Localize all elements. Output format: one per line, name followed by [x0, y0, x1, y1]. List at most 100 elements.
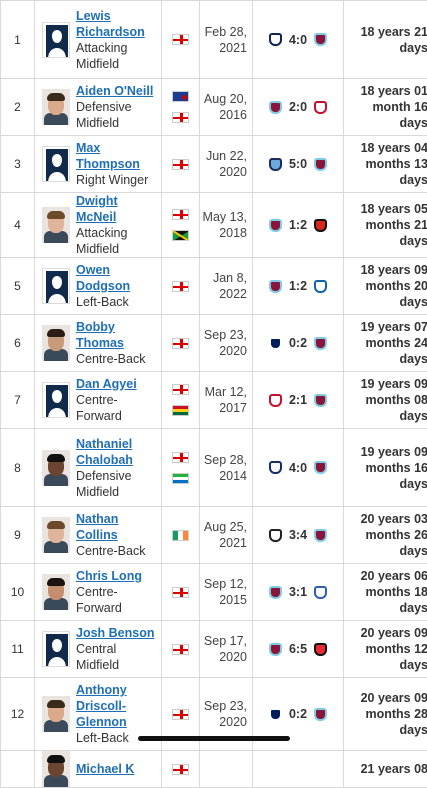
player-name-line: Anthony: [76, 682, 129, 698]
burnley-crest: [269, 219, 282, 232]
player-name-link[interactable]: NathanielChalobah: [76, 436, 133, 468]
match-result[interactable]: 5:0: [253, 157, 343, 171]
match-result[interactable]: 3:4: [253, 528, 343, 542]
player-name-link[interactable]: Dan Agyei: [76, 376, 161, 392]
match-date: Jun 22,2020: [200, 136, 253, 193]
match-score[interactable]: 1:2: [289, 218, 307, 232]
match-date-line: 2020: [200, 164, 247, 180]
player-name-link[interactable]: Bobby Thomas: [76, 319, 161, 351]
player-name-link[interactable]: Max Thompson: [76, 140, 161, 172]
match-date-line: 2017: [200, 400, 247, 416]
row-number: 11: [1, 621, 35, 678]
flags: [162, 530, 199, 541]
player-name-line: Michael K: [76, 761, 134, 777]
match-result[interactable]: 2:0: [253, 100, 343, 114]
player-name-line: Nathaniel: [76, 436, 133, 452]
row-number: [1, 751, 35, 788]
debut-age-line: months 26: [344, 527, 427, 543]
match-score[interactable]: 0:2: [289, 336, 307, 350]
match-result[interactable]: 1:2: [253, 279, 343, 293]
millwall-crest: [269, 708, 282, 721]
match-date: Sep 17,2020: [200, 621, 253, 678]
player-position-line: Centre-Forward: [76, 392, 161, 424]
match-score[interactable]: 4:0: [289, 33, 307, 47]
player-text: NathanielChalobahDefensiveMidfield: [76, 436, 133, 500]
match-date-line: 2022: [200, 286, 247, 302]
debut-age-line: months 21: [344, 217, 427, 233]
match-score[interactable]: 1:2: [289, 279, 307, 293]
match-result[interactable]: 0:2: [253, 707, 343, 721]
player-name-line: Richardson: [76, 24, 145, 40]
debut-age: 19 years 09months 08days: [344, 372, 427, 429]
player-name-link[interactable]: Nathan Collins: [76, 511, 161, 543]
match-score[interactable]: 3:4: [289, 528, 307, 542]
match-result[interactable]: 0:2: [253, 336, 343, 350]
player-position: AttackingMidfield: [76, 40, 145, 72]
row-number: 10: [1, 564, 35, 621]
match-date-line: Jun 22,: [200, 148, 247, 164]
sheffield-wednesday-crest: [314, 586, 327, 599]
match-date: Aug 25,2021: [200, 507, 253, 564]
debut-age-line: months 28: [344, 706, 427, 722]
player-name-link[interactable]: LewisRichardson: [76, 8, 145, 40]
player-name-link[interactable]: Michael K: [76, 761, 134, 777]
player-name-line: Lewis: [76, 8, 145, 24]
match-score[interactable]: 2:0: [289, 100, 307, 114]
match-date: Mar 12,2017: [200, 372, 253, 429]
england-flag: [172, 159, 189, 170]
player-name-line: Chris Long: [76, 568, 161, 584]
player-position: Centre-Back: [76, 351, 161, 367]
debut-age-line: days: [344, 115, 427, 131]
player-position-line: Attacking: [76, 225, 161, 241]
millwall-crest: [269, 337, 282, 350]
england-flag: [172, 709, 189, 720]
player-name-link[interactable]: Chris Long: [76, 568, 161, 584]
debut-age: 20 years 09months 12days: [344, 621, 427, 678]
match-score[interactable]: 6:5: [289, 642, 307, 656]
row-number: 1: [1, 1, 35, 79]
nationality-cell: [162, 258, 200, 315]
player-photo: [42, 207, 70, 243]
nationality-cell: [162, 1, 200, 79]
player-text: Michael K: [76, 761, 134, 777]
player-name-link[interactable]: Owen Dodgson: [76, 262, 161, 294]
match-date-line: 2020: [200, 714, 247, 730]
match-date-line: Sep 28,: [200, 452, 247, 468]
newcastle-crest: [269, 529, 282, 542]
england-flag: [172, 644, 189, 655]
table-row: 3Max ThompsonRight WingerJun 22,20205:01…: [1, 136, 427, 193]
player-cell: LewisRichardsonAttackingMidfield: [35, 1, 162, 79]
player-photo: [42, 450, 70, 486]
debut-age-line: days: [344, 172, 427, 188]
match-result[interactable]: 6:5: [253, 642, 343, 656]
match-cell: 5:0: [253, 136, 344, 193]
debut-age-line: days: [344, 351, 427, 367]
nationality-cell: [162, 751, 200, 788]
debut-age-line: 18 years 09: [344, 262, 427, 278]
debut-age: 18 years 01month 16days: [344, 79, 427, 136]
player-position: Centre-Forward: [76, 584, 161, 616]
row-number: 6: [1, 315, 35, 372]
match-result[interactable]: 1:2: [253, 218, 343, 232]
table-row: 5Owen DodgsonLeft-BackJan 8,20221:218 ye…: [1, 258, 427, 315]
match-result[interactable]: 2:1: [253, 393, 343, 407]
player-name-line: Owen Dodgson: [76, 262, 161, 294]
match-cell: 1:2: [253, 193, 344, 258]
match-date-line: 2021: [200, 535, 247, 551]
player-name-link[interactable]: Josh Benson: [76, 625, 161, 641]
match-result[interactable]: 3:1: [253, 585, 343, 599]
match-score[interactable]: 2:1: [289, 393, 307, 407]
player-cell: Nathan CollinsCentre-Back: [35, 507, 162, 564]
player-name-link[interactable]: AnthonyDriscoll-Glennon: [76, 682, 129, 730]
debut-age: 19 years 09months 16days: [344, 429, 427, 507]
player-position-line: Centre-Back: [76, 543, 161, 559]
match-score[interactable]: 3:1: [289, 585, 307, 599]
match-score[interactable]: 4:0: [289, 461, 307, 475]
player-photo: [42, 517, 70, 553]
player-name-link[interactable]: Aiden O'Neill: [76, 83, 153, 99]
match-score[interactable]: 5:0: [289, 157, 307, 171]
player-name-link[interactable]: Dwight McNeil: [76, 193, 161, 225]
match-score[interactable]: 0:2: [289, 707, 307, 721]
match-result[interactable]: 4:0: [253, 461, 343, 475]
match-result[interactable]: 4:0: [253, 33, 343, 47]
